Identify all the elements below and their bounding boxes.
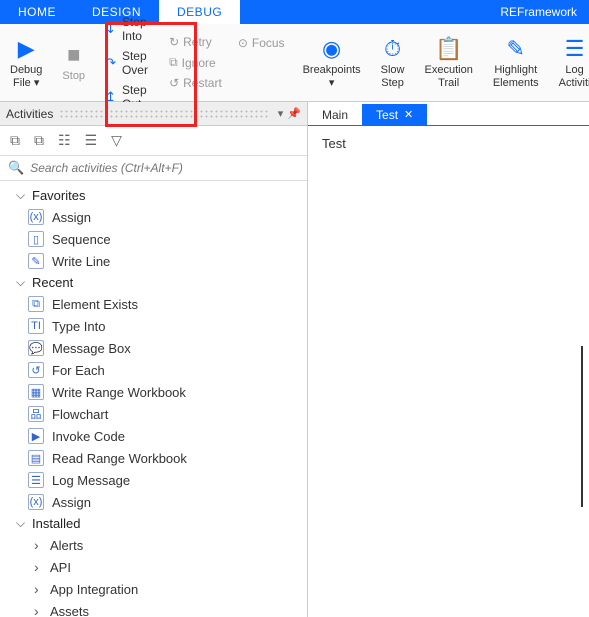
slow-step-label: SlowStep: [381, 64, 405, 88]
window-title: REFramework: [500, 0, 589, 24]
stop-icon: ■: [67, 42, 80, 68]
activity-element-exists[interactable]: ⧉Element Exists: [0, 293, 307, 315]
highlight-icon: ✎: [507, 36, 525, 62]
slow-step-icon: ⏱: [384, 36, 401, 62]
debug-file-label: DebugFile ▾: [10, 64, 42, 88]
flowchart-icon: 品: [28, 406, 44, 422]
read-range-icon: ▤: [28, 450, 44, 466]
close-tab-icon[interactable]: ✕: [404, 108, 413, 121]
breakpoints-label: Breakpoints▾: [303, 64, 361, 88]
activities-tree: Favorites (x)Assign ▯Sequence ✎Write Lin…: [0, 181, 307, 617]
installed-alerts[interactable]: Alerts: [0, 534, 307, 556]
installed-api[interactable]: API: [0, 556, 307, 578]
highlight-elements-button[interactable]: ✎ HighlightElements: [483, 24, 549, 101]
group-installed[interactable]: Installed: [0, 513, 307, 534]
execution-trail-label: ExecutionTrail: [425, 64, 473, 88]
installed-assets[interactable]: Assets: [0, 600, 307, 617]
canvas-marker: [581, 346, 583, 507]
panel-menu-button[interactable]: ▾: [278, 107, 284, 120]
stop-button[interactable]: ■ Stop: [52, 24, 95, 101]
ignore-icon: ⧉: [169, 55, 178, 70]
type-into-icon: TI: [28, 318, 44, 334]
ignore-button[interactable]: ⧉Ignore: [169, 55, 222, 70]
step-over-icon: ↷: [105, 55, 116, 71]
assign-icon-2: (x): [28, 494, 44, 510]
slow-step-button[interactable]: ⏱ SlowStep: [371, 24, 415, 101]
activity-invoke-code[interactable]: ▶Invoke Code: [0, 425, 307, 447]
panel-grip: [59, 109, 267, 119]
step-into-icon: ↧: [105, 21, 116, 37]
activity-message-box[interactable]: 💬Message Box: [0, 337, 307, 359]
log-activities-button[interactable]: ☰ LogActiviti: [549, 24, 589, 101]
breakpoints-button[interactable]: ◉ Breakpoints▾: [293, 24, 371, 101]
ribbon-tab-home[interactable]: HOME: [0, 0, 74, 24]
execution-trail-icon: 📋: [435, 36, 462, 62]
execution-trail-button[interactable]: 📋 ExecutionTrail: [415, 24, 483, 101]
invoke-code-icon: ▶: [28, 428, 44, 444]
tree-view-icon[interactable]: ☷: [58, 132, 71, 149]
highlight-label: HighlightElements: [493, 64, 539, 88]
activity-flowchart[interactable]: 品Flowchart: [0, 403, 307, 425]
play-icon: ▶: [18, 36, 35, 62]
activity-log-message[interactable]: ☰Log Message: [0, 469, 307, 491]
focus-button[interactable]: ⊙Focus: [238, 36, 285, 50]
sequence-icon: ▯: [28, 231, 44, 247]
activity-for-each[interactable]: ↺For Each: [0, 359, 307, 381]
expand-all-icon[interactable]: ⧉: [10, 132, 20, 149]
activity-assign[interactable]: (x)Assign: [0, 206, 307, 228]
element-exists-icon: ⧉: [28, 296, 44, 312]
restart-icon: ↺: [169, 76, 179, 90]
search-input[interactable]: [30, 161, 299, 175]
log-activities-label: LogActiviti: [559, 64, 589, 88]
group-favorites[interactable]: Favorites: [0, 185, 307, 206]
step-into-button[interactable]: ↧ Step Into: [105, 15, 151, 43]
debug-file-button[interactable]: ▶ DebugFile ▾: [0, 24, 52, 101]
write-range-icon: ▦: [28, 384, 44, 400]
panel-pin-button[interactable]: 📌: [287, 107, 301, 120]
restart-button[interactable]: ↺Restart: [169, 76, 222, 90]
activities-title: Activities: [6, 107, 53, 121]
doc-tab-test[interactable]: Test ✕: [362, 104, 427, 125]
log-message-icon: ☰: [28, 472, 44, 488]
group-recent[interactable]: Recent: [0, 272, 307, 293]
ribbon-tab-debug[interactable]: DEBUG: [159, 0, 240, 24]
retry-button[interactable]: ↻Retry: [169, 35, 222, 49]
retry-icon: ↻: [169, 35, 179, 49]
activity-write-line[interactable]: ✎Write Line: [0, 250, 307, 272]
activity-read-range-workbook[interactable]: ▤Read Range Workbook: [0, 447, 307, 469]
step-over-button[interactable]: ↷ Step Over: [105, 49, 151, 77]
collapse-all-icon[interactable]: ⧉: [34, 132, 44, 149]
activity-assign-2[interactable]: (x)Assign: [0, 491, 307, 513]
list-view-icon[interactable]: ☰: [85, 132, 98, 149]
installed-app-integration[interactable]: App Integration: [0, 578, 307, 600]
filter-icon[interactable]: ▽: [111, 132, 122, 149]
focus-icon: ⊙: [238, 36, 248, 50]
activity-type-into[interactable]: TIType Into: [0, 315, 307, 337]
search-icon: 🔍: [8, 160, 24, 176]
activity-write-range-workbook[interactable]: ▦Write Range Workbook: [0, 381, 307, 403]
step-into-label: Step Into: [122, 15, 151, 43]
assign-icon: (x): [28, 209, 44, 225]
step-over-label: Step Over: [122, 49, 151, 77]
write-line-icon: ✎: [28, 253, 44, 269]
log-activities-icon: ☰: [565, 36, 585, 62]
stop-label: Stop: [62, 70, 85, 82]
message-box-icon: 💬: [28, 340, 44, 356]
activity-sequence[interactable]: ▯Sequence: [0, 228, 307, 250]
designer-canvas[interactable]: Test: [308, 126, 589, 617]
breakpoints-icon: ◉: [322, 36, 341, 62]
for-each-icon: ↺: [28, 362, 44, 378]
canvas-content: Test: [322, 136, 346, 151]
doc-tab-main[interactable]: Main: [308, 104, 362, 125]
